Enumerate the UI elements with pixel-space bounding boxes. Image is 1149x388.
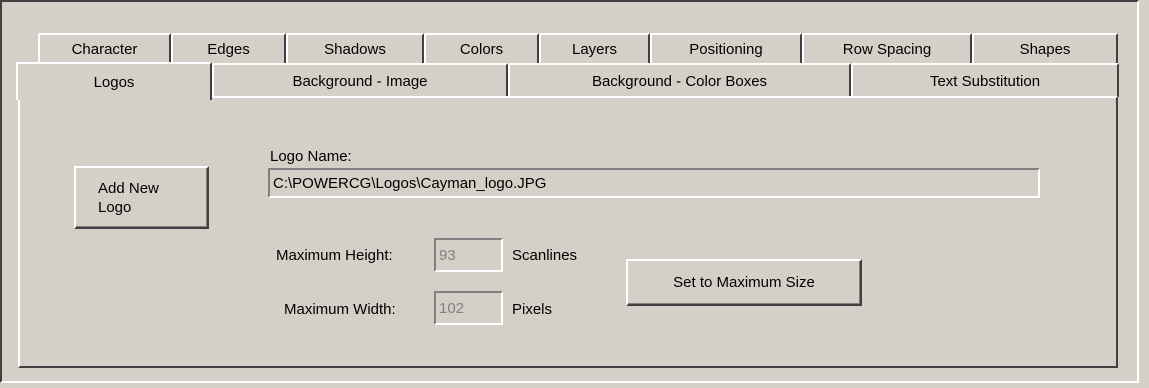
- tab-text-substitution[interactable]: Text Substitution: [851, 63, 1119, 97]
- tab-row-spacing[interactable]: Row Spacing: [802, 33, 972, 63]
- tab-background-image[interactable]: Background - Image: [212, 63, 508, 97]
- tab-layers[interactable]: Layers: [539, 33, 650, 63]
- logos-panel: Add New Logo Logo Name: Maximum Height: …: [18, 96, 1118, 368]
- tab-shadows[interactable]: Shadows: [286, 33, 424, 63]
- max-width-label: Maximum Width:: [284, 301, 396, 318]
- tab-background-color-boxes[interactable]: Background - Color Boxes: [508, 63, 851, 97]
- set-to-maximum-size-button[interactable]: Set to Maximum Size: [626, 259, 862, 306]
- add-new-logo-button[interactable]: Add New Logo: [74, 166, 209, 229]
- tab-shapes[interactable]: Shapes: [972, 33, 1118, 63]
- tab-edges[interactable]: Edges: [171, 33, 286, 63]
- tab-logos[interactable]: Logos: [16, 62, 212, 100]
- tab-colors[interactable]: Colors: [424, 33, 539, 63]
- logo-name-label: Logo Name:: [270, 148, 352, 165]
- max-width-unit: Pixels: [512, 301, 553, 318]
- max-height-field[interactable]: [434, 238, 503, 272]
- logo-name-field[interactable]: [268, 168, 1040, 198]
- tab-positioning[interactable]: Positioning: [650, 33, 802, 63]
- max-height-unit: Scanlines: [512, 247, 578, 264]
- max-width-field[interactable]: [434, 291, 503, 325]
- tab-character[interactable]: Character: [38, 33, 171, 63]
- max-height-label: Maximum Height:: [276, 247, 393, 264]
